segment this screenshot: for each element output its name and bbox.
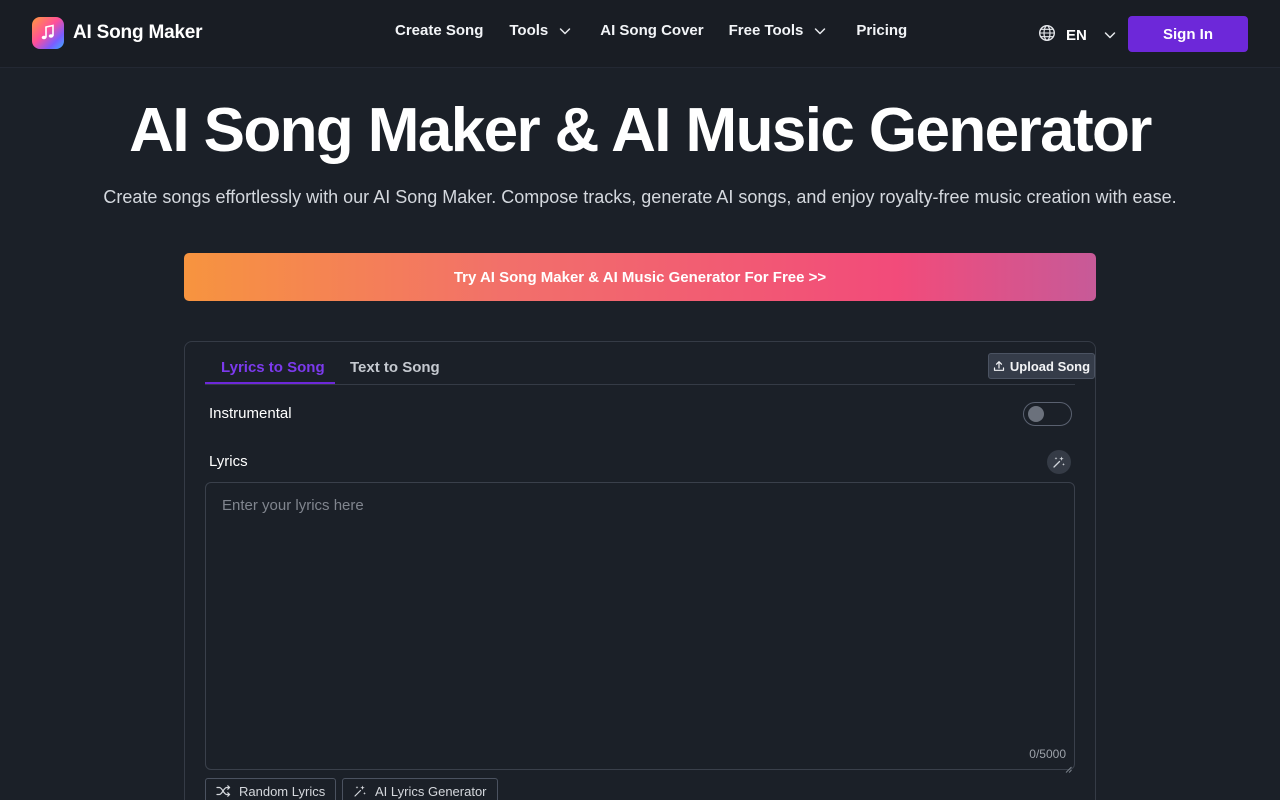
shuffle-icon xyxy=(216,784,231,798)
ai-lyrics-generator-label: AI Lyrics Generator xyxy=(375,783,487,799)
sign-in-button[interactable]: Sign In xyxy=(1128,16,1248,52)
nav-create-song[interactable]: Create Song xyxy=(395,22,483,39)
nav-tools-label: Tools xyxy=(509,22,549,39)
nav-free-tools-label: Free Tools xyxy=(728,22,804,39)
try-free-cta-button[interactable]: Try AI Song Maker & AI Music Generator F… xyxy=(184,253,1096,301)
chevron-down-icon xyxy=(558,24,572,38)
page-subtitle: Create songs effortlessly with our AI So… xyxy=(103,187,1177,207)
language-selector[interactable]: EN xyxy=(1038,24,1117,46)
toggle-knob xyxy=(1028,406,1044,422)
brand-name: AI Song Maker xyxy=(73,22,203,43)
nav-ai-song-cover[interactable]: AI Song Cover xyxy=(600,22,703,39)
page-title: AI Song Maker & AI Music Generator xyxy=(129,96,1152,165)
tab-lyrics-to-song[interactable]: Lyrics to Song xyxy=(221,359,325,376)
character-counter: 0/5000 xyxy=(1029,747,1066,761)
nav-pricing[interactable]: Pricing xyxy=(856,22,907,39)
song-form-card: Lyrics to Song Text to Song Upload Song … xyxy=(184,341,1096,800)
upload-song-label: Upload Song xyxy=(1009,358,1091,374)
ai-lyrics-generator-button[interactable]: AI Lyrics Generator xyxy=(342,778,498,800)
music-note-icon xyxy=(32,17,64,49)
nav-tools[interactable]: Tools xyxy=(509,22,572,39)
ai-sparkle-button[interactable] xyxy=(1047,450,1071,474)
upload-icon xyxy=(993,360,1005,372)
random-lyrics-button[interactable]: Random Lyrics xyxy=(205,778,337,800)
active-tab-indicator xyxy=(205,382,335,384)
nav-ai-song-cover-label: AI Song Cover xyxy=(600,22,704,39)
top-navbar: AI Song Maker Create Song Tools AI Song … xyxy=(0,0,1280,68)
main-nav: Create Song Tools AI Song Cover Free Too… xyxy=(395,22,907,39)
lyrics-input[interactable] xyxy=(206,483,1074,769)
instrumental-toggle[interactable] xyxy=(1023,402,1072,426)
sparkle-icon xyxy=(1052,455,1066,469)
lyrics-textarea-wrapper: 0/5000 xyxy=(205,482,1075,773)
instrumental-label: Instrumental xyxy=(209,405,292,422)
nav-free-tools[interactable]: Free Tools xyxy=(729,22,828,39)
globe-icon xyxy=(1038,24,1056,46)
resize-grip-icon[interactable] xyxy=(1065,760,1072,773)
brand-logo[interactable]: AI Song Maker xyxy=(32,17,203,49)
lyrics-label: Lyrics xyxy=(209,453,248,470)
upload-song-button[interactable]: Upload Song xyxy=(988,353,1095,379)
language-code: EN xyxy=(1066,26,1087,44)
sparkle-icon xyxy=(353,784,367,798)
mode-tabs: Lyrics to Song Text to Song Upload Song xyxy=(205,342,1095,385)
chevron-down-icon xyxy=(1103,28,1117,42)
chevron-down-icon xyxy=(813,24,827,38)
tab-text-to-song[interactable]: Text to Song xyxy=(350,359,440,376)
nav-create-song-label: Create Song xyxy=(395,22,484,39)
random-lyrics-label: Random Lyrics xyxy=(239,783,326,799)
nav-pricing-label: Pricing xyxy=(856,22,908,39)
